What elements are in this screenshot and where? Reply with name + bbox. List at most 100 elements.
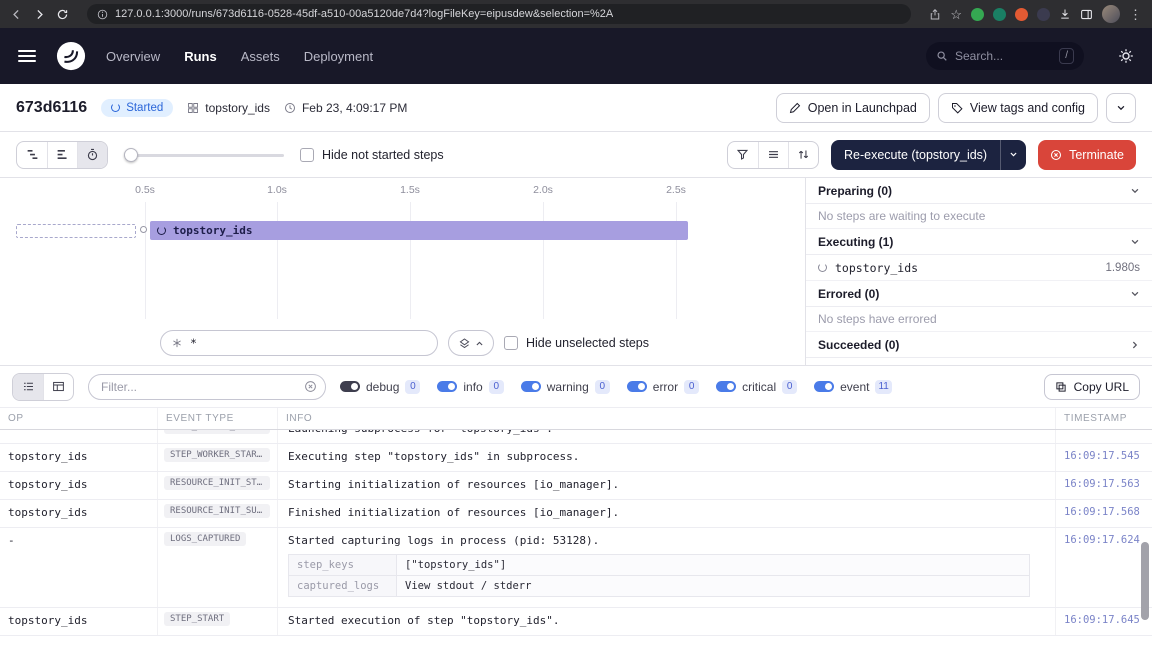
log-view-segmented-control bbox=[12, 373, 74, 401]
bookmark-star-icon[interactable]: ☆ bbox=[950, 8, 962, 21]
level-filter-warning[interactable]: warning0 bbox=[521, 380, 610, 394]
time-tick: 1.0s bbox=[267, 184, 287, 196]
step-selector-input-wrap bbox=[160, 330, 438, 356]
open-in-launchpad-button[interactable]: Open in Launchpad bbox=[776, 93, 930, 123]
address-bar[interactable]: 127.0.0.1:3000/runs/673d6116-0528-45df-a… bbox=[87, 4, 911, 24]
log-timestamp[interactable]: 16:09:17.568 bbox=[1056, 500, 1152, 523]
copy-url-button[interactable]: Copy URL bbox=[1044, 374, 1140, 400]
gridline bbox=[145, 202, 146, 319]
step-duration: 1.980s bbox=[1105, 262, 1140, 274]
sort-steps-button[interactable] bbox=[788, 142, 818, 168]
layers-icon bbox=[458, 337, 471, 350]
level-filter-info[interactable]: info0 bbox=[437, 380, 503, 394]
gridline bbox=[277, 202, 278, 319]
downloads-icon[interactable] bbox=[1059, 8, 1071, 20]
log-timestamp[interactable]: 16:09:17.563 bbox=[1056, 472, 1152, 495]
forward-icon[interactable] bbox=[33, 8, 46, 21]
section-succeeded[interactable]: Succeeded (0) bbox=[806, 332, 1152, 358]
job-grid-icon bbox=[187, 102, 199, 114]
chevron-up-icon bbox=[475, 339, 484, 348]
gantt-step-bar[interactable]: topstory_ids bbox=[150, 221, 688, 240]
browser-menu-icon[interactable]: ⋮ bbox=[1129, 8, 1142, 21]
run-toolbar: Hide not started steps Re-execute (topst… bbox=[0, 132, 1152, 178]
section-errored[interactable]: Errored (0) bbox=[806, 281, 1152, 307]
reexecute-button[interactable]: Re-execute (topstory_ids) bbox=[831, 140, 1000, 170]
executing-step-item[interactable]: topstory_ids 1.980s bbox=[806, 255, 1152, 281]
slider-knob[interactable] bbox=[124, 148, 138, 162]
profile-avatar[interactable] bbox=[1102, 5, 1120, 23]
log-view-list-button[interactable] bbox=[13, 374, 43, 400]
section-executing[interactable]: Executing (1) bbox=[806, 229, 1152, 255]
hide-not-started-row: Hide not started steps bbox=[300, 148, 444, 162]
log-view-table-button[interactable] bbox=[43, 374, 73, 400]
hide-unselected-checkbox[interactable] bbox=[504, 336, 518, 350]
level-count-badge: 0 bbox=[684, 380, 699, 394]
share-icon[interactable] bbox=[929, 8, 941, 21]
extension-icon[interactable] bbox=[1037, 8, 1050, 21]
log-timestamp[interactable]: 16:09:17.624 bbox=[1056, 528, 1152, 551]
graph-query-button[interactable] bbox=[448, 330, 494, 356]
side-panel-icon[interactable] bbox=[1080, 8, 1093, 21]
hamburger-menu-icon[interactable] bbox=[18, 50, 36, 62]
level-filter-debug[interactable]: debug0 bbox=[340, 380, 420, 394]
zoom-slider[interactable] bbox=[124, 148, 284, 162]
col-event-type: EVENT TYPE bbox=[158, 408, 278, 429]
log-timestamp[interactable]: 16:09:17.645 bbox=[1056, 608, 1152, 631]
nav-item-deployment[interactable]: Deployment bbox=[304, 49, 373, 64]
run-actions-caret-button[interactable] bbox=[1106, 93, 1136, 123]
global-search[interactable]: Search... / bbox=[926, 42, 1084, 70]
col-timestamp: TIMESTAMP bbox=[1056, 408, 1152, 429]
log-row[interactable]: - LOGS_CAPTURED Started capturing logs i… bbox=[0, 528, 1152, 608]
reexecute-caret-button[interactable] bbox=[1000, 140, 1026, 170]
run-body: 0.5s 1.0s 1.5s 2.0s 2.5s topstory_ids bbox=[0, 178, 1152, 366]
gridline bbox=[410, 202, 411, 319]
filter-funnel-button[interactable] bbox=[728, 142, 758, 168]
event-type-chip: RESOURCE_INIT_SUCCESS bbox=[164, 504, 270, 518]
extension-icon[interactable] bbox=[971, 8, 984, 21]
gantt-view-timer-button[interactable] bbox=[77, 142, 107, 168]
log-row[interactable]: topstory_ids STEP_START Started executio… bbox=[0, 608, 1152, 636]
metadata-value: ["topstory_ids"] bbox=[397, 555, 1030, 576]
row-density-button[interactable] bbox=[758, 142, 788, 168]
log-row[interactable]: topstory_ids STEP_WORKER_STARTED Executi… bbox=[0, 444, 1152, 472]
terminate-button[interactable]: Terminate bbox=[1038, 140, 1136, 170]
search-icon bbox=[936, 50, 948, 62]
chevron-down-icon bbox=[1130, 237, 1140, 247]
level-filter-event[interactable]: event11 bbox=[814, 380, 892, 394]
job-name-chip[interactable]: topstory_ids bbox=[187, 101, 270, 115]
nav-item-overview[interactable]: Overview bbox=[106, 49, 160, 64]
log-row[interactable]: STEP_WORKER_STARTING Launching subproces… bbox=[0, 430, 1152, 444]
site-info-icon[interactable] bbox=[97, 9, 108, 20]
step-selector-input[interactable] bbox=[190, 336, 427, 350]
step-list-placeholder bbox=[16, 224, 136, 238]
clear-filter-icon[interactable] bbox=[304, 380, 317, 393]
log-timestamp[interactable]: 16:09:17.545 bbox=[1056, 444, 1152, 467]
run-timestamp: Feb 23, 4:09:17 PM bbox=[284, 101, 407, 115]
extension-icon[interactable] bbox=[1015, 8, 1028, 21]
log-row[interactable]: topstory_ids RESOURCE_INIT_STARTED Start… bbox=[0, 472, 1152, 500]
dagster-logo[interactable] bbox=[56, 41, 86, 71]
nav-item-assets[interactable]: Assets bbox=[241, 49, 280, 64]
level-filter-critical[interactable]: critical0 bbox=[716, 380, 797, 394]
hide-not-started-checkbox[interactable] bbox=[300, 148, 314, 162]
back-icon[interactable] bbox=[10, 8, 23, 21]
nav-item-runs[interactable]: Runs bbox=[184, 49, 217, 64]
log-filter-input[interactable] bbox=[101, 380, 298, 394]
gantt-view-flat-button[interactable] bbox=[47, 142, 77, 168]
scrollbar-thumb[interactable] bbox=[1141, 542, 1149, 620]
captured-logs-link[interactable]: View stdout / stderr bbox=[397, 576, 1030, 597]
settings-gear-icon[interactable] bbox=[1118, 48, 1134, 64]
gantt-view-waterfall-button[interactable] bbox=[17, 142, 47, 168]
reload-icon[interactable] bbox=[56, 8, 69, 21]
level-filter-error[interactable]: error0 bbox=[627, 380, 699, 394]
view-tags-config-button[interactable]: View tags and config bbox=[938, 93, 1098, 123]
copy-icon bbox=[1055, 381, 1067, 393]
section-preparing[interactable]: Preparing (0) bbox=[806, 178, 1152, 204]
pane-resize-handle[interactable] bbox=[140, 226, 147, 233]
gantt-controls: Hide unselected steps bbox=[0, 321, 805, 365]
log-row[interactable]: topstory_ids RESOURCE_INIT_SUCCESS Finis… bbox=[0, 500, 1152, 528]
log-table-body: STEP_WORKER_STARTING Launching subproces… bbox=[0, 430, 1152, 669]
selector-asterisk-icon bbox=[171, 337, 183, 349]
extension-icon[interactable] bbox=[993, 8, 1006, 21]
event-type-chip: RESOURCE_INIT_STARTED bbox=[164, 476, 270, 490]
